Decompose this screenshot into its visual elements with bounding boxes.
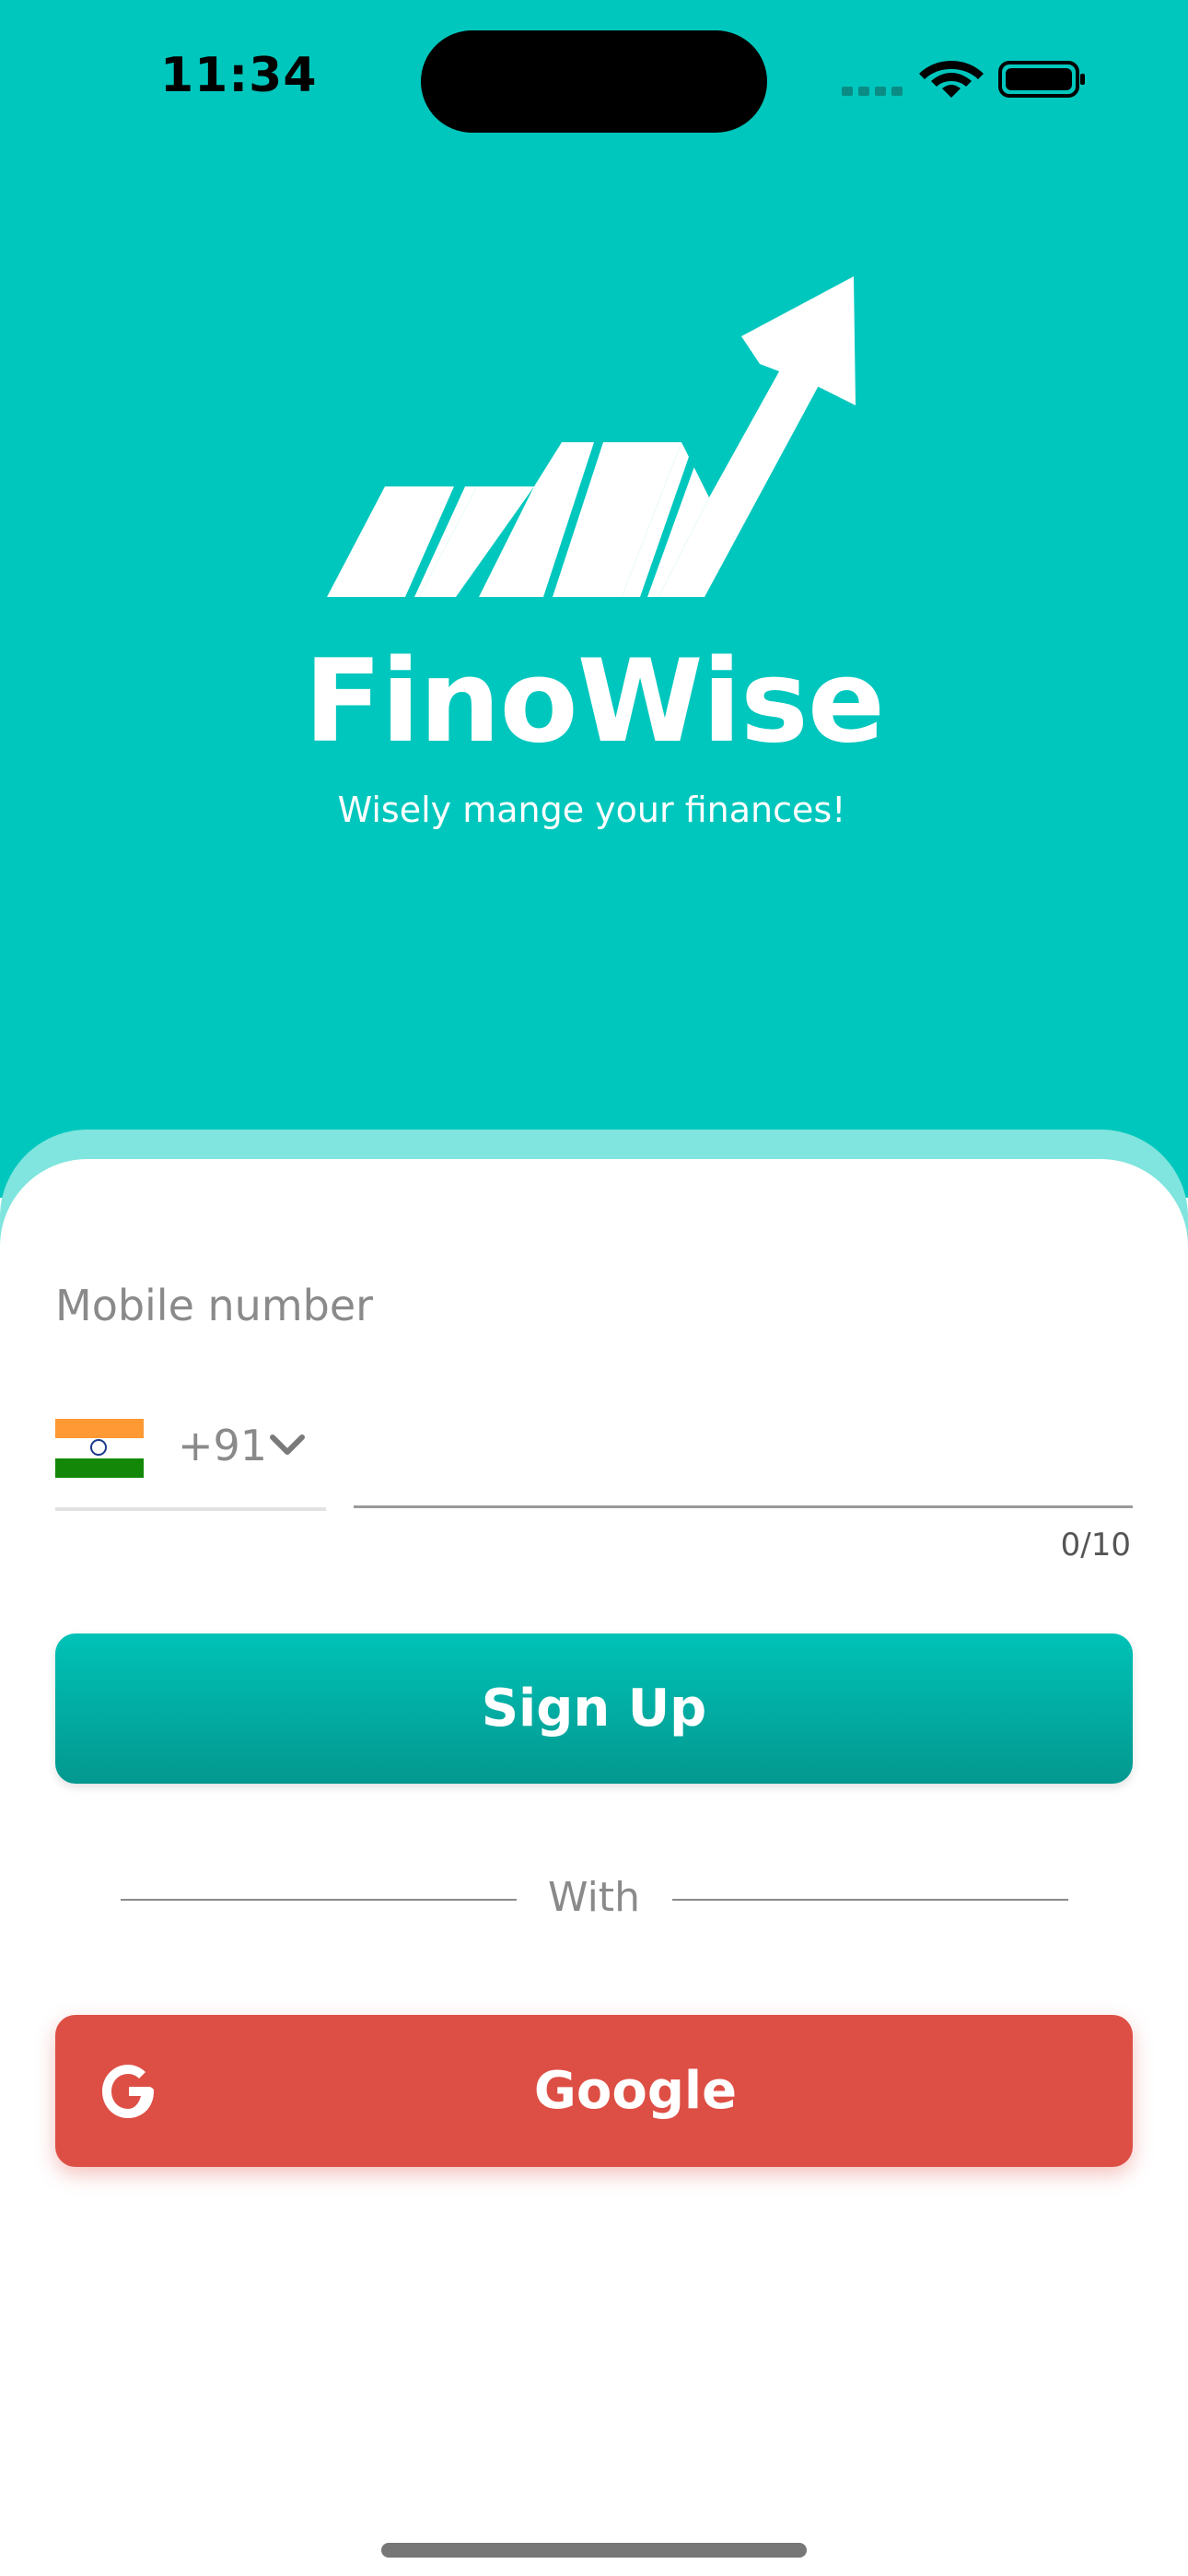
character-counter: 0/10 [1060,1527,1131,1563]
mobile-number-label: Mobile number [55,1281,374,1330]
wifi-icon [919,61,984,98]
google-sign-in-button[interactable]: Google [55,2015,1133,2167]
status-time: 11:34 [160,48,318,103]
sign-up-button[interactable]: Sign Up [55,1633,1133,1784]
divider-label: With [548,1874,640,1921]
divider-right [672,1899,1068,1901]
dial-code: +91 [178,1421,268,1470]
brand-name: FinoWise [304,636,885,768]
google-button-label: Google [533,2061,738,2121]
home-indicator[interactable] [381,2543,807,2558]
dynamic-island [421,30,767,133]
chevron-down-icon [270,1434,305,1455]
country-code-picker[interactable]: +91 [55,1410,326,1511]
mobile-number-input[interactable] [354,1410,1133,1508]
rising-arrow-chart-icon [327,276,856,597]
cellular-signal-icon [842,87,903,96]
login-sheet [0,1159,1188,2576]
header-background: 11:34 FinoWise Wisely mange your finance… [0,0,1188,1198]
india-flag-icon [55,1419,144,1478]
brand-tagline: Wisely mange your finances! [337,790,846,830]
battery-icon [998,61,1085,98]
status-icons [842,61,1085,98]
